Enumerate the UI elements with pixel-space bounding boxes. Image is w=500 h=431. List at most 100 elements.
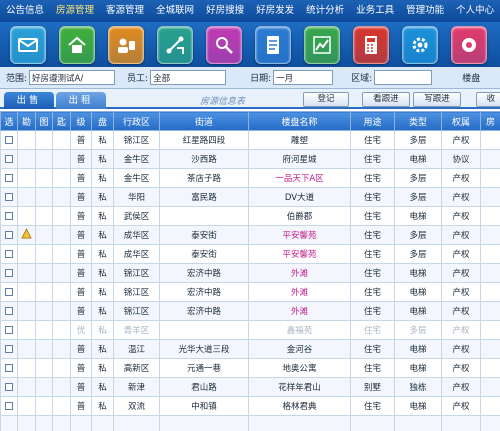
select-cell[interactable] — [0, 396, 18, 416]
menu-item[interactable]: 管理功能 — [400, 0, 450, 22]
menu-item[interactable]: 房源管理 — [50, 0, 100, 22]
table-row[interactable]: 普私华阳 富民路 DV大道 住宅 多层 产权 — [0, 187, 500, 207]
cell-estate: 一品天下A区 — [248, 168, 351, 188]
staff-input[interactable] — [150, 70, 227, 85]
column-header[interactable]: 街道 — [159, 111, 249, 131]
table-row[interactable]: 普私锦江区 宏济中路 外滩 住宅 电梯 产权 — [0, 263, 500, 283]
table-row[interactable]: 优私青羊区 鑫福苑 住宅 多层 产权 — [0, 320, 500, 340]
cell-district: 武侯区 — [113, 206, 160, 226]
table-row[interactable]: 普私新津 君山路 花样年君山 别墅 独栋 产权 — [0, 377, 500, 397]
cell-district: 双流 — [113, 396, 160, 416]
menu-item[interactable]: 公告信息 — [0, 0, 50, 22]
clients-icon[interactable] — [108, 25, 144, 64]
table-row[interactable]: 普私金牛区 茶店子路 一品天下A区 住宅 多层 产权 — [0, 168, 500, 188]
row-checkbox[interactable] — [5, 401, 13, 410]
table-row[interactable]: 普私武侯区 伯爵郡 住宅 电梯 产权 — [0, 206, 500, 226]
select-cell[interactable] — [0, 168, 18, 188]
row-checkbox[interactable] — [5, 135, 13, 144]
select-cell[interactable] — [0, 187, 18, 207]
table-row[interactable]: 普私双流 中和镇 格林君典 住宅 电梯 产权 — [0, 396, 500, 416]
row-checkbox[interactable] — [5, 154, 13, 163]
house-icon[interactable] — [59, 25, 95, 64]
table-row[interactable]: 普私成华区 泰安街 平安馨苑 住宅 多层 产权 — [0, 225, 500, 245]
row-checkbox[interactable] — [5, 192, 13, 201]
select-cell[interactable] — [0, 149, 18, 169]
district-input[interactable] — [374, 70, 433, 85]
row-checkbox[interactable] — [5, 230, 13, 239]
menu-item[interactable]: 统计分析 — [300, 0, 350, 22]
chart-icon[interactable] — [304, 25, 340, 64]
select-cell[interactable] — [0, 339, 18, 359]
network-icon[interactable] — [157, 25, 193, 64]
menu-item[interactable]: 个人中心 — [450, 0, 500, 22]
mail-icon[interactable] — [10, 25, 46, 64]
user-center-icon[interactable] — [451, 25, 487, 64]
row-checkbox[interactable] — [5, 325, 13, 334]
calculator-icon[interactable] — [353, 25, 389, 64]
tab-rent[interactable]: 出租 — [56, 92, 106, 109]
column-header[interactable]: 盘 — [91, 111, 114, 131]
tab-sale[interactable]: 出售 — [4, 92, 54, 109]
table-row[interactable]: 普私温江 光华大道三段 金河谷 住宅 电梯 产权 — [0, 339, 500, 359]
row-checkbox[interactable] — [5, 306, 13, 315]
row-checkbox[interactable] — [5, 344, 13, 353]
table-row[interactable] — [0, 415, 500, 431]
column-header[interactable]: 级 — [70, 111, 92, 131]
write-follow-button[interactable]: 写跟进 — [413, 92, 461, 107]
column-header[interactable]: 权属 — [441, 111, 481, 131]
column-header[interactable]: 楼盘名称 — [248, 111, 351, 131]
select-cell[interactable] — [0, 130, 18, 150]
column-header[interactable]: 行政区 — [113, 111, 160, 131]
select-cell[interactable] — [0, 358, 18, 378]
column-header[interactable]: 图 — [35, 111, 53, 131]
column-header[interactable]: 用途 — [350, 111, 395, 131]
column-header[interactable]: 房 — [480, 111, 500, 131]
row-checkbox[interactable] — [5, 173, 13, 182]
table-row[interactable]: 普私高新区 元通一巷 地奥公寓 住宅 电梯 产权 — [0, 358, 500, 378]
settings-icon[interactable] — [402, 25, 438, 64]
select-cell[interactable] — [0, 244, 18, 264]
menu-item[interactable]: 全城联网 — [150, 0, 200, 22]
column-header[interactable]: 选 — [0, 111, 18, 131]
search-user-icon[interactable] — [206, 25, 242, 64]
scope-input[interactable] — [29, 70, 116, 85]
view-follow-button[interactable]: 看跟进 — [362, 92, 410, 107]
row-checkbox[interactable] — [5, 211, 13, 220]
collect-button[interactable]: 收 — [476, 92, 500, 107]
select-cell[interactable] — [0, 206, 18, 226]
register-button[interactable]: 登记 — [303, 92, 349, 107]
select-cell[interactable] — [0, 225, 18, 245]
row-checkbox[interactable] — [5, 249, 13, 258]
cell-c6: 私 — [91, 244, 114, 264]
table-row[interactable]: 普私锦江区 宏济中路 外滩 住宅 电梯 产权 — [0, 301, 500, 321]
cell-title: 产权 — [441, 263, 481, 283]
column-header[interactable]: 匙 — [52, 111, 71, 131]
menu-item[interactable]: 好房发发 — [250, 0, 300, 22]
table-row[interactable]: 普私金牛区 沙西路 府河星城 住宅 电梯 协议 — [0, 149, 500, 169]
menu-item[interactable]: 业务工具 — [350, 0, 400, 22]
select-cell[interactable] — [0, 320, 18, 340]
row-checkbox[interactable] — [5, 287, 13, 296]
document-icon[interactable] — [255, 25, 291, 64]
table-row[interactable]: 普私成华区 泰安街 平安馨苑 住宅 多层 产权 — [0, 244, 500, 264]
key-cell — [52, 130, 71, 150]
table-row[interactable]: 普私锦江区 红星路四段 雕塑 住宅 多层 产权 — [0, 130, 500, 150]
column-header[interactable]: 勘 — [17, 111, 36, 131]
key-cell — [52, 244, 71, 264]
date-input[interactable] — [273, 70, 334, 85]
row-checkbox[interactable] — [5, 382, 13, 391]
survey-cell — [17, 206, 36, 226]
photo-cell — [35, 225, 53, 245]
table-row[interactable]: 普私锦江区 宏济中路 外滩 住宅 电梯 产权 — [0, 282, 500, 302]
select-cell[interactable] — [0, 282, 18, 302]
column-header[interactable]: 类型 — [394, 111, 442, 131]
select-cell[interactable] — [0, 415, 18, 431]
row-checkbox[interactable] — [5, 363, 13, 372]
menu-item[interactable]: 客源管理 — [100, 0, 150, 22]
row-checkbox[interactable] — [5, 268, 13, 277]
cell-type: 电梯 — [394, 358, 442, 378]
select-cell[interactable] — [0, 377, 18, 397]
select-cell[interactable] — [0, 301, 18, 321]
select-cell[interactable] — [0, 263, 18, 283]
menu-item[interactable]: 好房搜搜 — [200, 0, 250, 22]
